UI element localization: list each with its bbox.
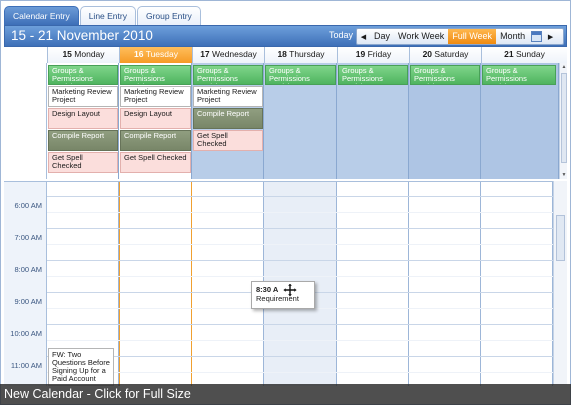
view-day-button[interactable]: Day (370, 29, 394, 44)
hour-line (47, 356, 553, 357)
day-header-tuesday[interactable]: 16 Tuesday (119, 47, 192, 63)
event-marketing-review[interactable]: Marketing Review Project (48, 86, 118, 107)
event-groups-permissions[interactable]: Groups & Permissions Revision (193, 65, 263, 85)
time-label: 10:00 AM (10, 329, 42, 338)
day-header-saturday[interactable]: 20 Saturday (409, 47, 481, 63)
scroll-thumb[interactable] (556, 215, 565, 261)
half-hour-line (47, 212, 553, 213)
tab-group-entry[interactable]: Group Entry (136, 6, 201, 25)
event-marketing-review[interactable]: Marketing Review Project (193, 86, 263, 107)
all-day-gutter (4, 63, 47, 179)
time-label: 11:00 AM (10, 361, 42, 370)
event-design-layout[interactable]: Design Layout (120, 108, 191, 129)
event-compile-report[interactable]: Compile Report (120, 130, 191, 151)
half-hour-line (47, 276, 553, 277)
event-groups-permissions[interactable]: Groups & Permissions Revision (48, 65, 118, 85)
move-cursor-icon (283, 283, 297, 297)
event-groups-permissions[interactable]: Groups & Permissions Revision (410, 65, 480, 85)
event-groups-permissions[interactable]: Groups & Permissions Revision (338, 65, 408, 85)
time-label: 8:00 AM (14, 265, 42, 274)
hour-line (47, 228, 553, 229)
half-hour-line (47, 244, 553, 245)
view-full-week-button[interactable]: Full Week (448, 29, 497, 44)
event-groups-permissions[interactable]: Groups & Permissions Revision (120, 65, 191, 85)
event-compile-report[interactable]: Compile Report (193, 108, 263, 129)
event-marketing-review[interactable]: Marketing Review Project (120, 86, 191, 107)
event-get-spell-checked[interactable]: Get Spell Checked (48, 152, 118, 173)
event-design-layout[interactable]: Design Layout (48, 108, 118, 129)
image-caption[interactable]: New Calendar - Click for Full Size (0, 384, 571, 405)
event-groups-permissions[interactable]: Groups & Permissions Revision (482, 65, 556, 85)
day-header-thursday[interactable]: 18 Thursday (264, 47, 337, 63)
view-navigator: ◀ Day Work Week Full Week Month ▶ (356, 28, 564, 45)
day-header-row: 15 Monday 16 Tuesday 17 Wednesday 18 Thu… (4, 47, 567, 63)
half-hour-line (47, 372, 553, 373)
event-fw-two-questions[interactable]: FW: Two Questions Before Signing Up for … (48, 348, 114, 386)
time-label: 6:00 AM (14, 201, 42, 210)
chevron-left-icon[interactable]: ◀ (357, 29, 370, 44)
all-day-area: Groups & Permissions Revision Groups & P… (4, 63, 559, 179)
hour-line (47, 324, 553, 325)
entry-tabs: Calendar Entry Line Entry Group Entry (4, 6, 202, 25)
tab-calendar-entry[interactable]: Calendar Entry (4, 6, 79, 25)
time-gutter-header (4, 47, 47, 63)
hour-line (47, 260, 553, 261)
date-range-title: 15 - 21 November 2010 (11, 28, 153, 43)
all-day-scrollbar[interactable]: ▲ ▼ (559, 63, 567, 179)
event-get-spell-checked[interactable]: Get Spell Checked (120, 152, 191, 173)
time-gutter: 6:00 AM 7:00 AM 8:00 AM 9:00 AM 10:00 AM… (4, 182, 47, 386)
event-compile-report[interactable]: Compile Report (48, 130, 118, 151)
calendar-header: 15 - 21 November 2010 Today ◀ Day Work W… (4, 25, 567, 47)
event-get-spell-checked[interactable]: Get Spell Checked (193, 130, 263, 151)
day-header-friday[interactable]: 19 Friday (337, 47, 409, 63)
event-groups-permissions[interactable]: Groups & Permissions Revision (265, 65, 336, 85)
day-header-monday[interactable]: 15 Monday (47, 47, 119, 63)
calendar-icon[interactable] (531, 31, 543, 42)
scroll-thumb[interactable] (561, 73, 567, 163)
time-label: 7:00 AM (14, 233, 42, 242)
view-month-button[interactable]: Month (496, 29, 529, 44)
time-label: 9:00 AM (14, 297, 42, 306)
time-grid-scrollbar[interactable] (553, 181, 567, 385)
hour-line (47, 196, 553, 197)
today-button[interactable]: Today (329, 30, 353, 40)
day-header-sunday[interactable]: 21 Sunday (481, 47, 567, 63)
chevron-right-icon[interactable]: ▶ (544, 29, 557, 44)
scroll-up-icon[interactable]: ▲ (561, 64, 567, 70)
half-hour-line (47, 340, 553, 341)
day-header-wednesday[interactable]: 17 Wednesday (192, 47, 264, 63)
scroll-down-icon[interactable]: ▼ (561, 172, 567, 178)
tab-line-entry[interactable]: Line Entry (79, 6, 136, 25)
view-work-week-button[interactable]: Work Week (394, 29, 448, 44)
